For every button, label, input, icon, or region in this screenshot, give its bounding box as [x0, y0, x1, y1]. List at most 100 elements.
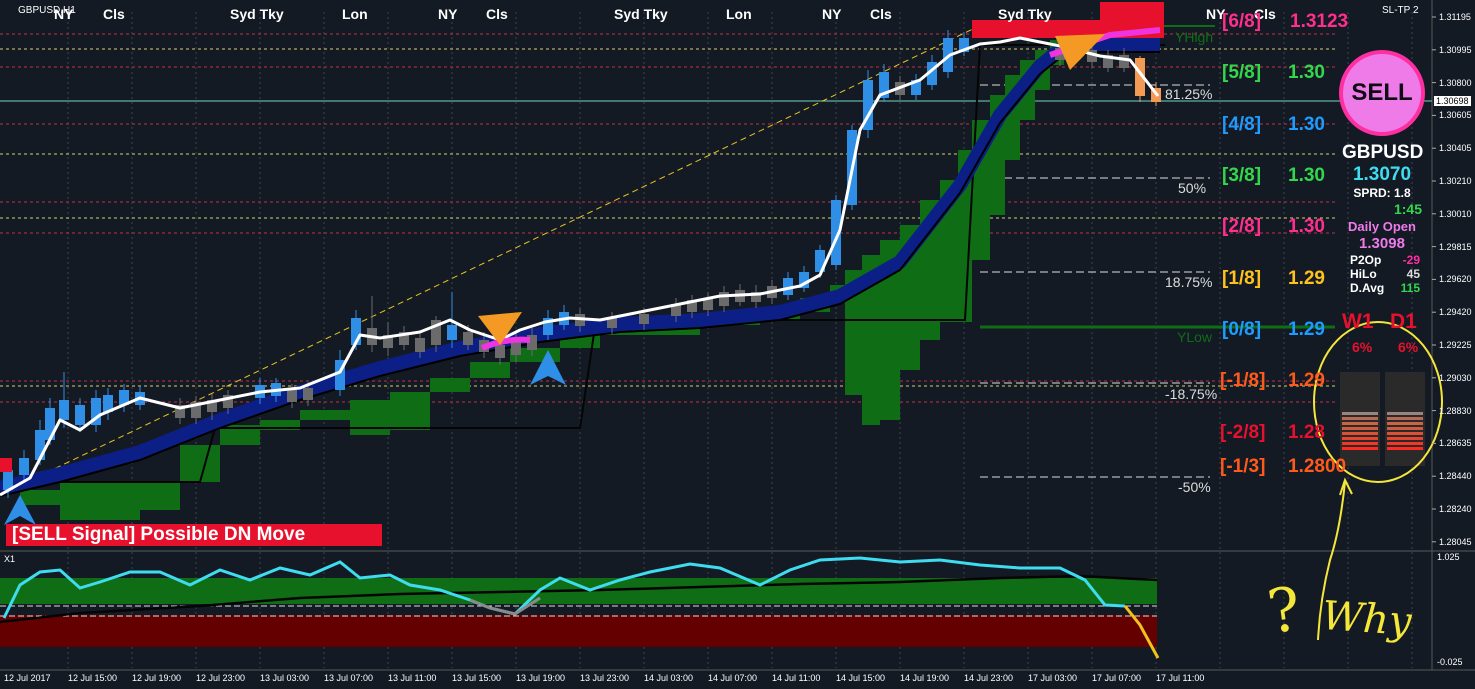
d1-percent: 6%	[1398, 339, 1419, 355]
time-axis-label: 17 Jul 11:00	[1156, 673, 1205, 683]
price-axis-label: 1.29225	[1439, 340, 1472, 350]
histogram-bar	[60, 482, 140, 520]
session-label: Lon	[726, 6, 752, 22]
candle-body	[415, 338, 425, 352]
session-label: Cls	[103, 6, 125, 22]
histogram-bar	[300, 410, 350, 420]
session-label: NY	[438, 6, 458, 22]
subwindow-bottom-value: -0.025	[1437, 657, 1463, 667]
info-daily-open: 1.3098	[1359, 235, 1405, 252]
annotation-why: Why	[1320, 592, 1413, 646]
price-axis-label: 1.28440	[1439, 471, 1472, 482]
time-axis-label: 14 Jul 11:00	[772, 673, 821, 683]
info-row: HiLo 45	[1342, 267, 1422, 281]
fibonacci-label: -50%	[1178, 479, 1211, 495]
info-rows: P2Op -29 HiLo 45 D.Avg 115	[1342, 253, 1422, 295]
candle-body	[1119, 55, 1129, 68]
murrey-level-value: 1.29	[1288, 319, 1325, 340]
gauge-segment	[1342, 447, 1378, 450]
murrey-level-label: [1/8]	[1222, 268, 1262, 289]
session-label: NY	[54, 6, 74, 22]
indicator-short-name: SL-TP 2	[1382, 5, 1419, 16]
fibonacci-label: 50%	[1178, 180, 1207, 196]
murrey-level-value: 1.3123	[1290, 11, 1349, 32]
murrey-level-value: 1.2800	[1288, 456, 1347, 477]
chart-canvas	[0, 0, 1475, 689]
murrey-level-label: [0/8]	[1222, 319, 1262, 340]
time-axis-label: 13 Jul 19:00	[516, 673, 566, 683]
sell-signal-banner: [SELL Signal] Possible DN Move	[6, 524, 382, 546]
oscillator-lower-zone	[0, 615, 1157, 647]
gauge-segment	[1342, 432, 1378, 435]
candle-body	[303, 388, 313, 400]
time-axis-label: 13 Jul 11:00	[388, 673, 437, 683]
info-row-key: HiLo	[1350, 267, 1377, 281]
info-row: P2Op -29	[1342, 253, 1422, 267]
murrey-level-label: [5/8]	[1222, 62, 1262, 83]
info-symbol: GBPUSD	[1342, 142, 1424, 163]
histogram-bar	[430, 378, 470, 392]
murrey-level-label: [-1/8]	[1220, 370, 1266, 391]
gauge-segment	[1342, 417, 1378, 420]
candle-body	[463, 332, 473, 345]
price-axis-label: 1.29030	[1439, 372, 1472, 383]
murrey-level-value: 1.29	[1288, 268, 1325, 289]
price-axis-label: 1.28045	[1439, 536, 1472, 547]
time-axis-label: 13 Jul 03:00	[260, 673, 310, 683]
w1-label: W1	[1342, 310, 1374, 333]
info-row: D.Avg 115	[1342, 281, 1422, 295]
gauge-segment	[1387, 437, 1423, 440]
resistance-block-top	[1100, 2, 1164, 20]
candle-body	[495, 345, 505, 358]
time-axis-label: 12 Jul 15:00	[68, 673, 118, 683]
price-axis-label: 1.30995	[1439, 44, 1472, 55]
time-axis-label: 14 Jul 15:00	[836, 673, 886, 683]
info-row-value: 45	[1406, 267, 1420, 281]
session-label: Lon	[342, 6, 368, 22]
price-axis-label: 1.30800	[1439, 77, 1472, 88]
time-axis-label: 13 Jul 07:00	[324, 673, 374, 683]
gauge-segment	[1387, 417, 1423, 420]
trendline	[9, 27, 976, 491]
time-axis-label: 14 Jul 07:00	[708, 673, 758, 683]
price-axis-label: 1.29420	[1439, 307, 1472, 318]
time-axis-label: 12 Jul 23:00	[196, 673, 246, 683]
info-spread: SPRD: 1.8	[1353, 186, 1411, 200]
murrey-level-value: 1.30	[1288, 114, 1325, 135]
w1-percent: 6%	[1352, 339, 1373, 355]
time-axis-label: 13 Jul 15:00	[452, 673, 502, 683]
murrey-level-label: [-1/3]	[1220, 456, 1266, 477]
fibonacci-label: 81.25%	[1165, 86, 1213, 102]
murrey-level-value: 1.30	[1288, 62, 1325, 83]
sell-button[interactable]: SELL	[1339, 50, 1425, 136]
subwindow-top-value: 1.025	[1437, 552, 1460, 562]
time-axis-label: 12 Jul 19:00	[132, 673, 182, 683]
price-axis-label: 1.28240	[1439, 504, 1472, 514]
candle-body	[719, 292, 729, 306]
info-row-key: P2Op	[1350, 253, 1382, 267]
session-label: Cls	[870, 6, 892, 22]
murrey-level-value: 1.28	[1288, 422, 1325, 443]
price-axis-label: 1.30605	[1439, 110, 1472, 121]
gauge-segment	[1342, 442, 1378, 445]
murrey-level-label: [4/8]	[1222, 114, 1262, 135]
time-axis-label: 14 Jul 23:00	[964, 673, 1014, 683]
info-timer: 1:45	[1393, 201, 1422, 217]
histogram-bar	[20, 490, 60, 505]
murrey-level-label: [6/8]	[1222, 11, 1262, 32]
session-label: NY	[822, 6, 842, 22]
murrey-level-label: [-2/8]	[1220, 422, 1266, 443]
gauge-segment	[1387, 412, 1423, 415]
session-label: Syd Tky	[614, 6, 668, 22]
candle-body	[447, 325, 457, 340]
time-axis-label: 13 Jul 23:00	[580, 673, 630, 683]
gauge-segment	[1342, 427, 1378, 430]
price-axis-label: 1.30210	[1439, 176, 1472, 186]
fibonacci-label: -18.75%	[1165, 386, 1218, 402]
candlesticks	[3, 30, 1161, 498]
annotation-arrowhead	[1339, 477, 1353, 496]
histogram-bars	[20, 40, 1064, 520]
price-axis-label: 1.29815	[1439, 241, 1472, 252]
info-row-key: D.Avg	[1350, 281, 1385, 295]
gauge-segment	[1342, 437, 1378, 440]
